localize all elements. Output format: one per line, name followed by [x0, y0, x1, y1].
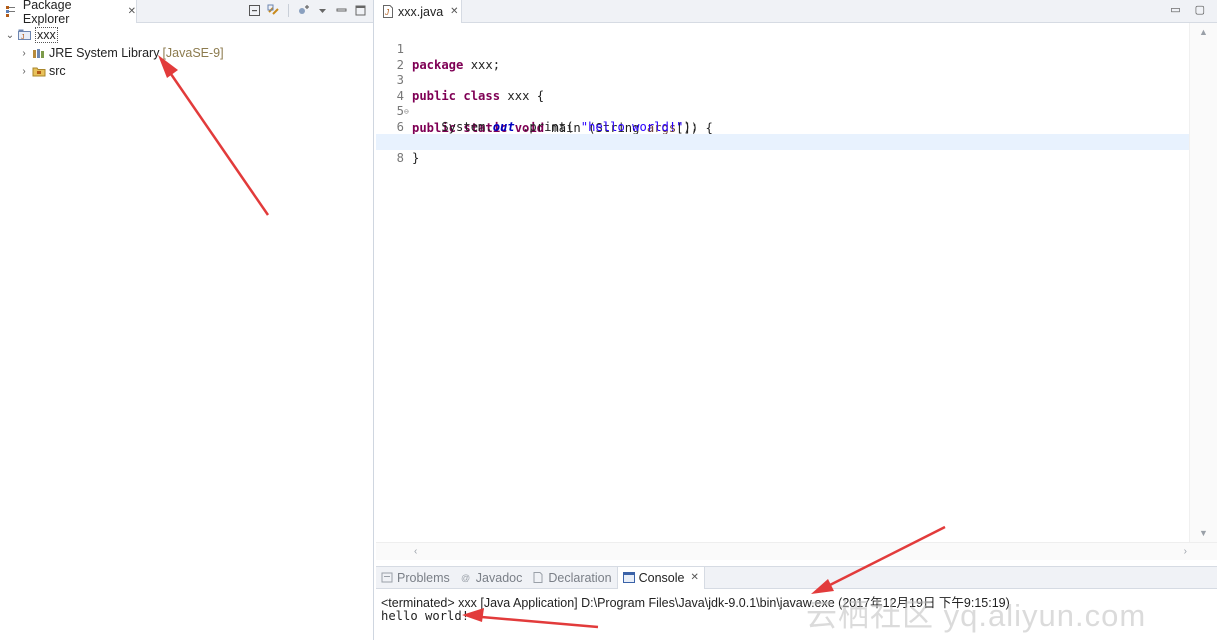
- close-icon[interactable]: ✕: [128, 6, 136, 17]
- maximize-icon[interactable]: ▢: [1195, 3, 1205, 16]
- console-output[interactable]: hello world!: [381, 609, 469, 623]
- tab-label: Declaration: [548, 570, 612, 585]
- package-explorer-header: Package Explorer ✕: [0, 0, 373, 26]
- package-explorer-toolbar: [248, 4, 367, 17]
- source-folder-icon: [32, 65, 46, 77]
- library-icon: [32, 47, 46, 59]
- close-icon[interactable]: ✕: [690, 572, 698, 583]
- tab-package-explorer[interactable]: Package Explorer ✕: [0, 0, 137, 26]
- code-line: 1 package xxx;: [376, 25, 1189, 72]
- code-line: 2: [376, 41, 1189, 72]
- tab-label: Javadoc: [475, 570, 523, 585]
- console-tab-bar: Problems @ Javadoc Declaration Console ✕: [376, 566, 1217, 589]
- java-file-icon: J: [382, 5, 395, 18]
- maximize-icon[interactable]: [354, 4, 367, 17]
- declaration-icon: [532, 572, 544, 583]
- horizontal-scrollbar[interactable]: ‹ ›: [376, 542, 1217, 560]
- editor-area: J xxx.java ✕ ▭ ▢ 1 package xxx; 2 3 publ…: [376, 0, 1217, 560]
- tab-javadoc[interactable]: @ Javadoc: [455, 567, 528, 589]
- chevron-right-icon[interactable]: ›: [18, 66, 30, 77]
- svg-text:J: J: [21, 34, 25, 41]
- link-with-editor-icon[interactable]: [267, 4, 280, 17]
- tab-label: Console: [638, 570, 685, 585]
- project-tree: ⌄ J xxx › JRE System Library [JavaSE-9] …: [0, 26, 373, 80]
- collapse-all-icon[interactable]: [248, 4, 261, 17]
- tree-item-label: xxx: [35, 27, 58, 43]
- line-number: 8: [396, 151, 404, 165]
- minimize-icon[interactable]: [335, 4, 348, 17]
- package-explorer-view: Package Explorer ✕ ⌄ J xxx › JRE System …: [0, 0, 374, 640]
- package-explorer-icon: [5, 5, 18, 18]
- watermark: 云栖社区 yq.aliyun.com: [806, 598, 1147, 633]
- java-project-icon: J: [18, 29, 32, 41]
- tab-declaration[interactable]: Declaration: [527, 567, 616, 589]
- close-icon[interactable]: ✕: [450, 6, 458, 17]
- editor-tab-bar: J xxx.java ✕ ▭ ▢: [376, 0, 1217, 23]
- chevron-down-icon[interactable]: ⌄: [4, 30, 16, 41]
- code-editor[interactable]: 1 package xxx; 2 3 public class xxx { 4 …: [376, 23, 1189, 542]
- tab-console[interactable]: Console ✕: [616, 566, 705, 589]
- editor-window-controls: ▭ ▢: [1170, 3, 1205, 16]
- code-line: 5 System.out .print( "hello world!");: [376, 87, 1189, 134]
- scroll-down-icon[interactable]: ▼: [1199, 528, 1208, 538]
- code-line: 4 ⊖ public static void main (String args…: [376, 72, 1189, 135]
- tree-item-project[interactable]: ⌄ J xxx: [0, 26, 373, 44]
- javadoc-icon: @: [460, 572, 472, 583]
- tree-item-label: src: [49, 64, 66, 78]
- tree-item-jre-library[interactable]: › JRE System Library [JavaSE-9]: [0, 44, 373, 62]
- problems-icon: [381, 572, 393, 583]
- toolbar-separator: [288, 4, 289, 17]
- editor-tab-label: xxx.java: [398, 4, 444, 19]
- code-line-current: 8: [376, 134, 1189, 165]
- scroll-up-icon[interactable]: ▲: [1199, 27, 1208, 37]
- tab-label: Problems: [397, 570, 450, 585]
- code-line: 6 }: [376, 103, 1189, 150]
- focus-icon[interactable]: [297, 4, 310, 17]
- tree-item-label: JRE System Library: [49, 46, 160, 60]
- chevron-right-icon[interactable]: ›: [18, 48, 30, 59]
- tree-item-src[interactable]: › src: [0, 62, 373, 80]
- code-line: 7 }: [376, 118, 1189, 165]
- vertical-scrollbar[interactable]: ▲ ▼: [1189, 23, 1217, 542]
- svg-text:@: @: [461, 573, 470, 583]
- minimize-icon[interactable]: ▭: [1170, 3, 1180, 16]
- package-explorer-title: Package Explorer: [22, 0, 72, 26]
- scroll-left-icon[interactable]: ‹: [414, 546, 417, 557]
- scroll-right-icon[interactable]: ›: [1184, 546, 1187, 557]
- tab-xxx-java[interactable]: J xxx.java ✕: [376, 0, 462, 23]
- view-menu-icon[interactable]: [316, 4, 329, 17]
- code-line: 3 public class xxx {: [376, 56, 1189, 103]
- console-icon: [622, 572, 635, 583]
- tree-item-decoration: [JavaSE-9]: [162, 46, 224, 60]
- tab-problems[interactable]: Problems: [376, 567, 455, 589]
